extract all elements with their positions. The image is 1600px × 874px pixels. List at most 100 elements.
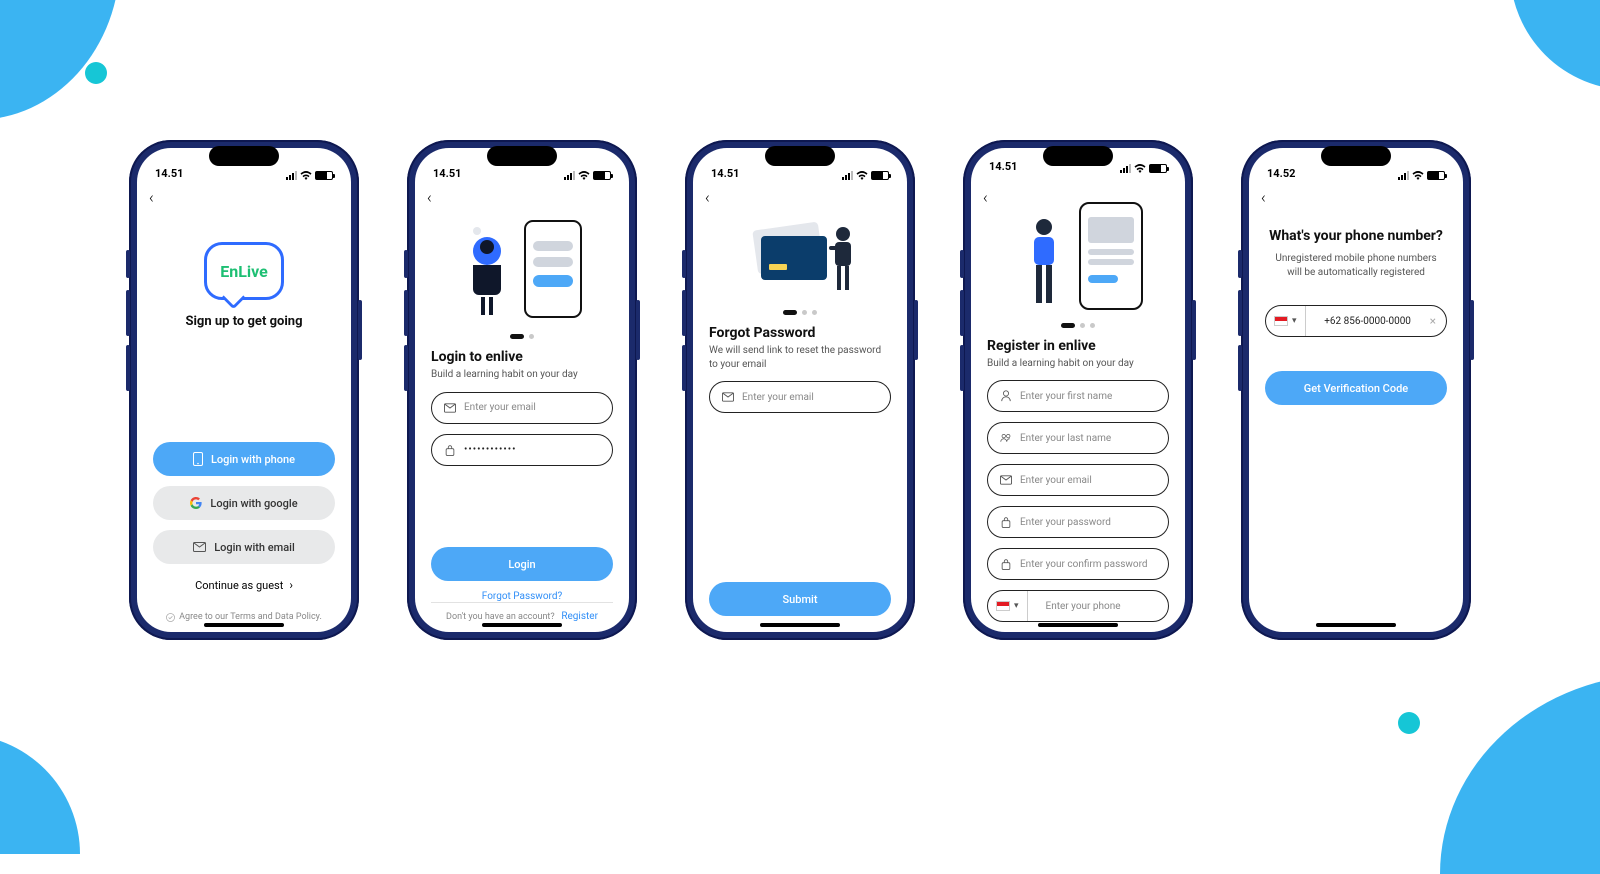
decor-blob-tr — [1510, 0, 1600, 90]
phone-register: 14.51 ‹ — [963, 140, 1193, 640]
login-with-google-button[interactable]: Login with google — [153, 486, 335, 520]
lock-icon — [1000, 558, 1012, 570]
home-indicator — [1316, 623, 1396, 627]
phone-subtitle: Unregistered mobile phone numbers will b… — [1265, 252, 1447, 279]
email-icon — [722, 391, 734, 403]
decor-blob-bl — [0, 734, 80, 854]
phone-login: 14.51 ‹ — [407, 140, 637, 640]
phone-notch — [209, 146, 279, 166]
forgot-password-link[interactable]: Forgot Password? — [431, 591, 613, 602]
first-name-field[interactable]: Enter your first name — [987, 380, 1169, 412]
chevron-down-icon: ▾ — [1292, 316, 1297, 326]
home-indicator — [204, 623, 284, 627]
signal-icon — [1398, 171, 1409, 180]
password-field[interactable]: Enter your password — [987, 506, 1169, 538]
register-row: Don't you have an account? Register — [431, 602, 613, 622]
login-with-phone-button[interactable]: Login with phone — [153, 442, 335, 476]
battery-icon — [1149, 164, 1167, 173]
signal-icon — [1120, 164, 1131, 173]
country-selector[interactable]: ▾ — [988, 591, 1028, 621]
email-icon — [444, 402, 456, 414]
page-indicator — [987, 323, 1169, 328]
phone-number-field[interactable]: ▾ +62 856-0000-0000 × — [1265, 305, 1447, 337]
phone-field[interactable]: ▾ Enter your phone — [987, 590, 1169, 622]
email-field[interactable]: Enter your email — [431, 392, 613, 424]
signal-icon — [286, 171, 297, 180]
decor-dot-tl — [85, 62, 107, 84]
wifi-icon — [300, 171, 312, 180]
forgot-title: Forgot Password — [709, 325, 891, 341]
people-icon — [1000, 432, 1012, 444]
check-circle-icon — [166, 613, 175, 622]
flag-id-icon — [1274, 316, 1288, 326]
signal-icon — [564, 171, 575, 180]
wifi-icon — [578, 171, 590, 180]
forgot-subtitle: We will send link to reset the password … — [709, 344, 891, 371]
email-icon — [1000, 474, 1012, 486]
phone-notch — [765, 146, 835, 166]
battery-icon — [1427, 171, 1445, 180]
login-title: Login to enlive — [431, 349, 613, 365]
phone-notch — [487, 146, 557, 166]
forgot-illustration — [709, 204, 891, 304]
status-time: 14.51 — [989, 160, 1017, 173]
register-title: Register in enlive — [987, 338, 1169, 354]
chevron-down-icon: ▾ — [1014, 601, 1019, 611]
login-button[interactable]: Login — [431, 547, 613, 581]
signal-icon — [842, 171, 853, 180]
country-selector[interactable]: ▾ — [1266, 306, 1306, 336]
battery-icon — [315, 171, 333, 180]
flag-id-icon — [996, 601, 1010, 611]
decor-blob-tl — [0, 0, 120, 120]
app-logo: EnLive — [204, 242, 284, 300]
battery-icon — [871, 171, 889, 180]
wifi-icon — [1412, 171, 1424, 180]
status-time: 14.51 — [433, 167, 461, 180]
page-indicator — [431, 334, 613, 339]
email-field[interactable]: Enter your email — [987, 464, 1169, 496]
register-link[interactable]: Register — [561, 611, 598, 622]
phone-verify: 14.52 ‹ What's your phone number? Unregi… — [1241, 140, 1471, 640]
email-field[interactable]: Enter your email — [709, 381, 891, 413]
phone-signup: 14.51 ‹ EnLive Sign up to get going — [129, 140, 359, 640]
phone-forgot: 14.51 ‹ — [685, 140, 915, 640]
decor-dot-br — [1398, 712, 1420, 734]
status-time: 14.51 — [155, 167, 183, 180]
logo-text: EnLive — [220, 262, 268, 281]
last-name-field[interactable]: Enter your last name — [987, 422, 1169, 454]
signup-headline: Sign up to get going — [185, 314, 302, 329]
get-verification-code-button[interactable]: Get Verification Code — [1265, 371, 1447, 405]
clear-input-button[interactable]: × — [1430, 314, 1446, 328]
phone-notch — [1043, 146, 1113, 166]
phone-icon — [193, 452, 203, 466]
login-with-email-button[interactable]: Login with email — [153, 530, 335, 564]
lock-icon — [444, 444, 456, 456]
password-field[interactable]: •••••••••••• — [431, 434, 613, 466]
home-indicator — [760, 623, 840, 627]
home-indicator — [482, 623, 562, 627]
submit-button[interactable]: Submit — [709, 582, 891, 616]
phone-mockup-row: 14.51 ‹ EnLive Sign up to get going — [0, 140, 1600, 640]
phone-title: What's your phone number? — [1269, 228, 1443, 244]
decor-blob-br — [1440, 674, 1600, 874]
chevron-right-icon: › — [289, 578, 293, 592]
login-subtitle: Build a learning habit on your day — [431, 368, 613, 382]
page-indicator — [709, 310, 891, 315]
person-icon — [1000, 390, 1012, 402]
home-indicator — [1038, 623, 1118, 627]
login-illustration — [431, 208, 613, 328]
register-subtitle: Build a learning habit on your day — [987, 357, 1169, 371]
register-illustration — [987, 197, 1169, 317]
status-time: 14.52 — [1267, 167, 1295, 180]
wifi-icon — [1134, 164, 1146, 173]
continue-as-guest-link[interactable]: Continue as guest › — [153, 578, 335, 592]
terms-text: Agree to our Terms and Data Policy. — [153, 612, 335, 622]
email-icon — [193, 542, 206, 552]
lock-icon — [1000, 516, 1012, 528]
phone-notch — [1321, 146, 1391, 166]
wifi-icon — [856, 171, 868, 180]
confirm-password-field[interactable]: Enter your confirm password — [987, 548, 1169, 580]
battery-icon — [593, 171, 611, 180]
status-time: 14.51 — [711, 167, 739, 180]
google-icon — [190, 497, 202, 509]
